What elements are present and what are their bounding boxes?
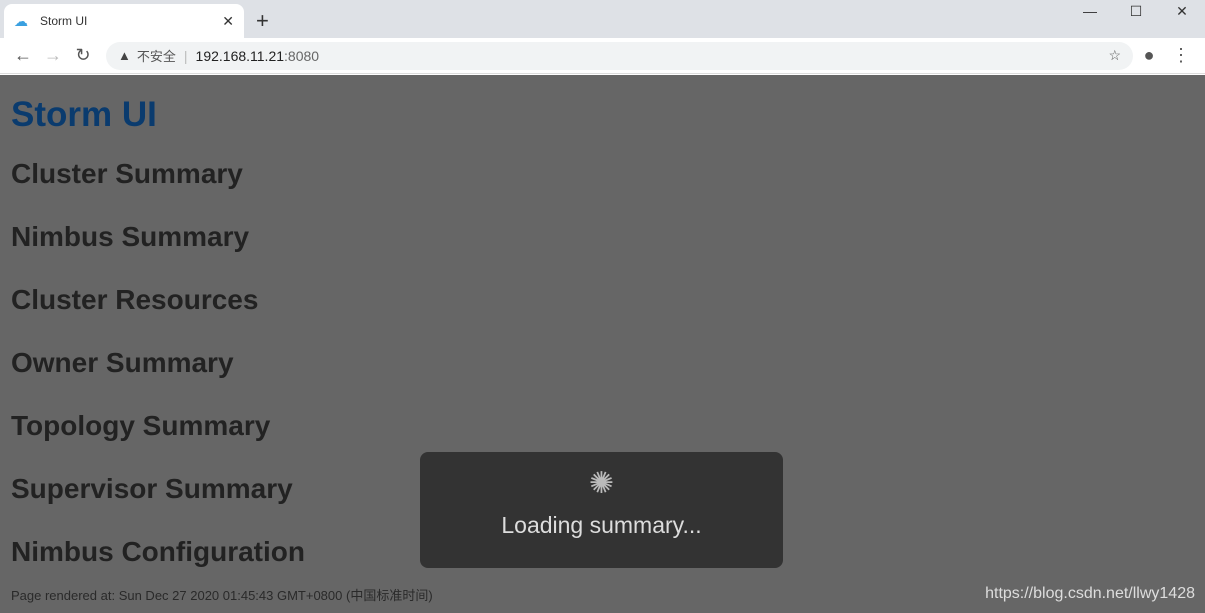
close-window-icon[interactable]: ✕ xyxy=(1159,0,1205,22)
reload-icon[interactable]: ↻ xyxy=(68,45,98,66)
page-rendered-footer: Page rendered at: Sun Dec 27 2020 01:45:… xyxy=(11,588,433,603)
watermark: https://blog.csdn.net/llwy1428 xyxy=(985,585,1195,602)
spinner-icon: ✺ xyxy=(588,467,615,500)
section-nimbus-summary: Nimbus Summary xyxy=(11,221,250,252)
page-title: Storm UI xyxy=(11,95,157,134)
loading-dialog: ✺ Loading summary... xyxy=(420,452,783,568)
section-topology-summary: Topology Summary xyxy=(11,410,271,441)
warning-icon: ▲ xyxy=(118,48,131,63)
browser-toolbar: ← → ↻ ▲ 不安全 | 192.168.11.21:8080 ☆ ● ⋮ xyxy=(0,38,1205,74)
account-icon[interactable]: ● xyxy=(1133,45,1165,66)
maximize-icon[interactable]: ☐ xyxy=(1113,0,1159,22)
url-port: :8080 xyxy=(284,47,320,64)
new-tab-button[interactable]: + xyxy=(256,8,269,34)
section-owner-summary: Owner Summary xyxy=(11,347,234,378)
bookmark-star-icon[interactable]: ☆ xyxy=(1108,47,1121,64)
security-label: 不安全 xyxy=(136,49,176,64)
section-cluster-summary: Cluster Summary xyxy=(11,158,243,189)
page-content: Storm UI Cluster Summary Nimbus Summary … xyxy=(0,75,1205,613)
loading-text: Loading summary... xyxy=(501,512,702,538)
divider: | xyxy=(183,47,188,64)
forward-icon[interactable]: → xyxy=(38,45,68,66)
close-tab-icon[interactable]: ✕ xyxy=(222,13,234,30)
tab-title: Storm UI xyxy=(40,14,88,28)
address-bar[interactable]: ▲ 不安全 | 192.168.11.21:8080 ☆ xyxy=(106,41,1133,70)
section-cluster-resources: Cluster Resources xyxy=(11,284,259,315)
tab-bar: ☁ Storm UI ✕ + — ☐ ✕ xyxy=(0,0,1205,38)
minimize-icon[interactable]: — xyxy=(1067,0,1113,22)
storm-favicon-icon: ☁ xyxy=(14,13,28,29)
menu-icon[interactable]: ⋮ xyxy=(1165,45,1197,66)
back-icon[interactable]: ← xyxy=(8,45,38,66)
browser-tab[interactable]: ☁ Storm UI ✕ xyxy=(4,4,244,38)
url-host: 192.168.11.21 xyxy=(195,47,285,64)
